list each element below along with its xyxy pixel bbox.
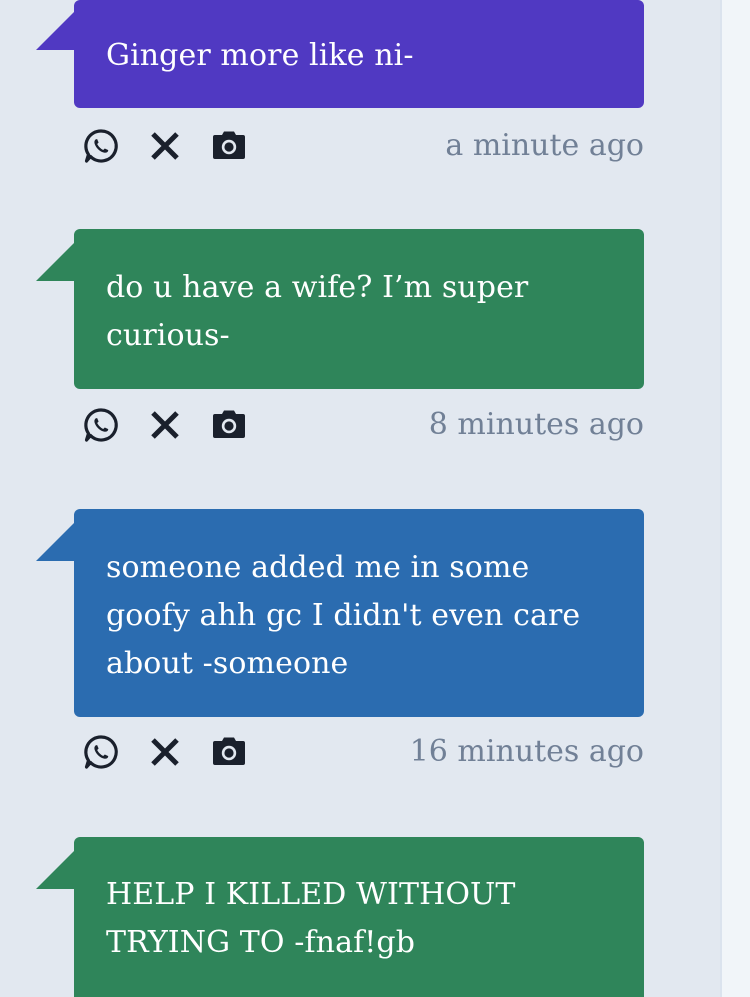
x-icon	[151, 411, 179, 439]
message-bubble: HELP I KILLED WITHOUT TRYING TO -fnaf!gb	[74, 837, 644, 997]
share-whatsapp-button[interactable]	[82, 733, 120, 771]
message-bubble: Ginger more like ni-	[74, 0, 644, 108]
message-actions	[82, 126, 274, 166]
x-icon	[151, 738, 179, 766]
timestamp: 8 minutes ago	[428, 407, 644, 442]
whatsapp-icon	[84, 408, 118, 442]
camera-icon	[213, 131, 245, 159]
whatsapp-icon	[84, 129, 118, 163]
bubble-tail	[36, 241, 76, 281]
share-whatsapp-button[interactable]	[82, 127, 120, 165]
x-icon	[151, 132, 179, 160]
message-text: HELP I KILLED WITHOUT TRYING TO -fnaf!gb	[106, 877, 516, 960]
camera-icon	[213, 410, 245, 438]
share-camera-button[interactable]	[210, 127, 248, 165]
message-text: Ginger more like ni-	[106, 38, 414, 73]
bubble-tail	[36, 10, 76, 50]
message-text: someone added me in some goofy ahh gc I …	[106, 550, 581, 681]
share-x-button[interactable]	[146, 127, 184, 165]
share-camera-button[interactable]	[210, 733, 248, 771]
share-x-button[interactable]	[146, 733, 184, 771]
message-feed: Ginger more like ni- a minute ago do u h…	[0, 0, 720, 997]
share-camera-button[interactable]	[210, 406, 248, 444]
timestamp: 16 minutes ago	[409, 734, 644, 769]
message-actions	[82, 405, 274, 445]
share-x-button[interactable]	[146, 406, 184, 444]
whatsapp-icon	[84, 735, 118, 769]
timestamp: a minute ago	[445, 128, 644, 163]
message-bubble: do u have a wife? I’m super curious-	[74, 229, 644, 389]
message-bubble: someone added me in some goofy ahh gc I …	[74, 509, 644, 717]
bubble-tail	[36, 521, 76, 561]
page-edge	[720, 0, 750, 997]
message-text: do u have a wife? I’m super curious-	[106, 270, 529, 353]
camera-icon	[213, 737, 245, 765]
message-actions	[82, 732, 274, 772]
bubble-tail	[36, 849, 76, 889]
share-whatsapp-button[interactable]	[82, 406, 120, 444]
